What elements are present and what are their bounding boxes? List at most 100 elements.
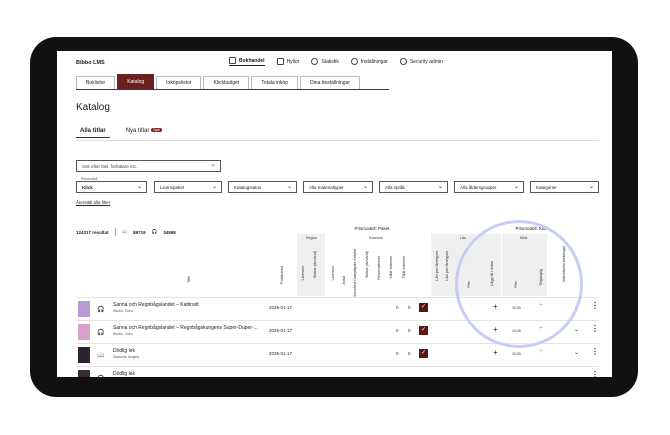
chevron-down-icon: ⌄ (513, 184, 519, 190)
availability-icon: ÷ (539, 325, 543, 332)
more-options-icon[interactable]: ⋮ (591, 301, 599, 310)
row-title[interactable]: Dödlig lek (113, 348, 135, 354)
app-screen: Bibbo LMS Bokhandel Hyllor Statistik Ins… (57, 51, 612, 377)
headphones-icon: 🎧 (151, 229, 158, 234)
add-to-list-button[interactable]: + (493, 348, 498, 357)
klick-column-block (502, 234, 547, 296)
header-kommun-reservationer: Reservationer (377, 256, 381, 280)
row-price: 10,00 (512, 306, 521, 310)
header-klick-tillganglig: Tillgänglig (539, 269, 543, 286)
sub-tabs: Alla titlar Nya titlar Nytt (76, 128, 166, 138)
more-options-icon[interactable]: ⋮ (591, 370, 599, 377)
more-options-icon[interactable]: ⋮ (591, 347, 599, 356)
row-reservations: 0 (396, 351, 399, 356)
chevron-down-icon: ⌄ (286, 184, 292, 190)
row-author: Studio, Guru (113, 309, 133, 313)
header-lan-1: Lån per lånetyper (435, 251, 439, 281)
tab-dina-bestallningar[interactable]: Dina beställningar (300, 76, 361, 89)
tab-klickbudget[interactable]: Klickbudget (203, 76, 250, 89)
header-klick: Prismodell: Klick (515, 226, 549, 231)
header-klick-sub: Klick (520, 236, 528, 240)
header-kommun-oanvand: Oanvänd Outnyttjade Antalet (353, 249, 357, 298)
filter-sprak[interactable]: Alla språk ⌄ (379, 181, 448, 193)
allow-interest-checkbox[interactable]: ✓ (419, 303, 428, 312)
filter-aldersgrupper[interactable]: Alla åldersgrupper ⌄ (454, 181, 524, 193)
results-total: 124317 resultat (76, 229, 109, 235)
add-to-list-button[interactable]: + (493, 325, 498, 334)
row-title[interactable]: Sanna och Regnbågslandet – Kattinatt (113, 302, 199, 308)
topnav-bokhandel[interactable]: Bokhandel (229, 57, 265, 66)
topnav-statistik[interactable]: Statistik (311, 58, 339, 65)
more-options-icon[interactable]: ⋮ (591, 324, 599, 333)
allow-interest-checkbox[interactable]: ✓ (419, 349, 428, 358)
subtab-alla-titlar[interactable]: Alla titlar (76, 128, 110, 138)
reset-filters-link[interactable]: Återställ alla filter (76, 200, 110, 205)
header-klick-pris: Pris (514, 281, 518, 288)
header-lan-2: Lån per lånetyper (445, 251, 449, 281)
headphones-icon: 🎧 (97, 375, 104, 377)
ebook-count: 89719 (133, 229, 146, 235)
filter-prismodell[interactable]: Prismodell Klick ⌄ (76, 177, 147, 193)
chevron-down-icon: ⌄ (136, 184, 142, 190)
expand-chevron-icon[interactable]: ⌄ (574, 303, 579, 310)
book-cover[interactable] (78, 324, 90, 340)
book-cover[interactable] (78, 370, 90, 377)
shelves-icon (276, 58, 284, 65)
subtab-nya-titlar[interactable]: Nya titlar Nytt (122, 128, 166, 138)
topnav-security-admin[interactable]: Security admin (399, 58, 443, 65)
expand-chevron-icon[interactable]: ⌄ (574, 326, 579, 333)
security-icon (399, 58, 407, 65)
header-lan-pris: Pris (467, 281, 471, 288)
search-input[interactable]: Sök efter titel, författare etc. ⌕ (76, 160, 221, 172)
search-icon[interactable]: ⌕ (212, 163, 215, 170)
tab-inkopslistor[interactable]: Inköpslistor (156, 76, 202, 89)
header-kommun-antal: Antal (342, 276, 346, 285)
book-cover[interactable] (78, 347, 90, 363)
header-lan: Lån (460, 236, 466, 240)
tab-totala-inkop[interactable]: Totala inköp (251, 76, 298, 89)
brand-name: Bibbo LMS (76, 60, 105, 66)
new-badge: Nytt (151, 128, 162, 132)
header-paket: Prismodell: Paket (354, 226, 390, 231)
row-date: 2025-01-17 (269, 328, 293, 333)
table-row[interactable]: 🎧 Dödlig lek ⋮ (76, 366, 599, 377)
header-region-licenser: Licenser (301, 266, 305, 281)
header-published[interactable]: Publicerad (280, 266, 284, 284)
separator (114, 228, 116, 236)
header-region: Region (306, 236, 318, 240)
tab-boklistor[interactable]: Boklistor (76, 76, 116, 89)
row-interest: 0 (408, 305, 411, 310)
row-title[interactable]: Dödlig lek (113, 371, 135, 377)
headphones-icon: 🎧 (97, 307, 105, 313)
table-row[interactable]: 🎧 Sanna och Regnbågslandet – Regnbågskun… (76, 320, 599, 342)
row-reservations: 0 (396, 305, 399, 310)
header-kommun-licenser: Licenser (331, 266, 335, 281)
table-row[interactable]: 📖 Dödlig lek Marsons, Angela 2025-01-17 … (76, 343, 599, 365)
header-individuella: Individuella ändringar (562, 246, 566, 283)
row-price: 10,00 (512, 329, 521, 333)
row-price: 10,00 (512, 352, 521, 356)
expand-chevron-icon[interactable]: ⌄ (574, 349, 579, 356)
filter-licenspaket[interactable]: Licenspaket ⌄ (154, 181, 222, 193)
topnav-installningar[interactable]: Inställningar (350, 58, 388, 65)
book-icon: 📖 (97, 353, 105, 359)
header-title[interactable]: Titel (187, 276, 191, 283)
filter-materialtyper[interactable]: Alla materialtyper ⌄ (303, 181, 373, 193)
add-to-list-button[interactable]: + (493, 302, 498, 311)
book-cover[interactable] (78, 301, 90, 317)
filter-katalogstatus[interactable]: Katalogstatus ⌄ (228, 181, 297, 193)
row-author: Marsons, Angela (113, 355, 140, 359)
chevron-down-icon: ⌄ (211, 184, 217, 190)
results-summary: 124317 resultat 📖 89719 🎧 34598 (76, 228, 176, 236)
chevron-down-icon: ⌄ (588, 184, 594, 190)
tab-katalog[interactable]: Katalog (117, 74, 155, 89)
allow-interest-checkbox[interactable]: ✓ (419, 326, 428, 335)
audiobook-count: 34598 (163, 229, 176, 235)
table-row[interactable]: 🎧 Sanna och Regnbågslandet – Kattinatt S… (76, 297, 599, 319)
header-kommun-status: Status (Använd) (365, 251, 369, 279)
row-title[interactable]: Sanna och Regnbågslandet – Regnbågskunge… (113, 325, 258, 331)
statistics-icon (311, 58, 319, 65)
topnav-hyllor[interactable]: Hyllor (276, 58, 299, 65)
top-nav: Bokhandel Hyllor Statistik Inställningar… (229, 57, 443, 66)
filter-kategorier[interactable]: Kategorier ⌄ (530, 181, 599, 193)
